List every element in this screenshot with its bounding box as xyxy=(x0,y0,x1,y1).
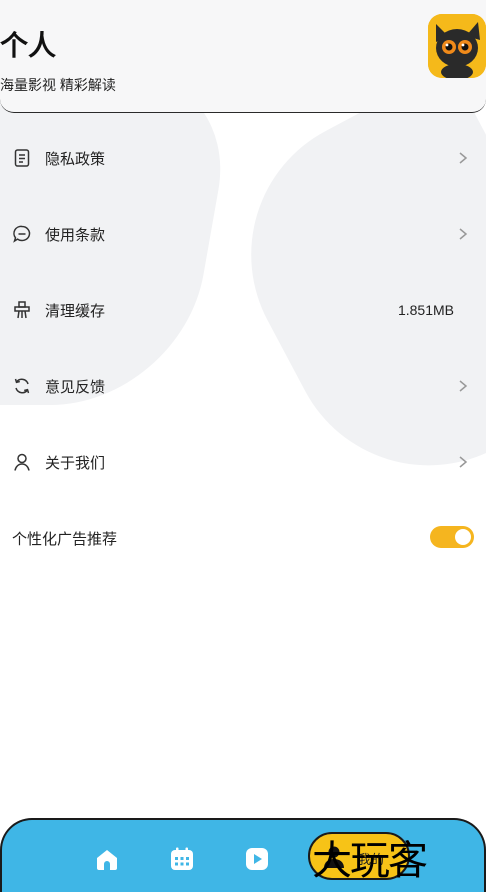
personalized-ads-toggle[interactable] xyxy=(430,526,474,548)
menu-item-terms[interactable]: 使用条款 xyxy=(0,196,486,272)
menu-item-label: 使用条款 xyxy=(45,226,106,244)
menu-item-about[interactable]: 关于我们 xyxy=(0,424,486,500)
toggle-knob xyxy=(455,529,471,545)
play-icon[interactable] xyxy=(244,846,270,872)
chevron-right-icon xyxy=(459,152,468,164)
page-subtitle: 海量影视 精彩解读 xyxy=(0,77,116,93)
refresh-icon xyxy=(14,378,30,394)
menu-item-label: 隐私政策 xyxy=(45,150,106,168)
avatar[interactable] xyxy=(428,14,486,78)
menu-item-label: 意见反馈 xyxy=(45,378,106,396)
broom-icon xyxy=(14,301,30,319)
calendar-icon[interactable] xyxy=(169,846,195,872)
page-title: 个人 xyxy=(0,30,57,61)
chevron-right-icon xyxy=(459,228,468,240)
menu-item-clear-cache[interactable]: 清理缓存 1.851MB xyxy=(0,272,486,348)
chevron-right-icon xyxy=(459,456,468,468)
menu-item-privacy[interactable]: 隐私政策 xyxy=(0,120,486,196)
cache-size-value: 1.851MB xyxy=(397,302,454,318)
home-icon[interactable] xyxy=(94,846,120,872)
cat-avatar-icon xyxy=(428,14,486,78)
chat-bubble-icon xyxy=(13,225,31,243)
watermark: 大玩客 xyxy=(312,838,428,884)
personalized-ads-row: 个性化广告推荐 xyxy=(0,500,486,572)
chevron-right-icon xyxy=(459,380,468,392)
document-icon xyxy=(14,149,30,167)
personalized-ads-label: 个性化广告推荐 xyxy=(12,531,118,548)
menu-item-feedback[interactable]: 意见反馈 xyxy=(0,348,486,424)
menu-item-label: 清理缓存 xyxy=(45,302,106,320)
profile-header: 个人 海量影视 精彩解读 xyxy=(0,0,486,113)
menu-item-label: 关于我们 xyxy=(45,454,106,472)
user-icon xyxy=(14,453,30,471)
